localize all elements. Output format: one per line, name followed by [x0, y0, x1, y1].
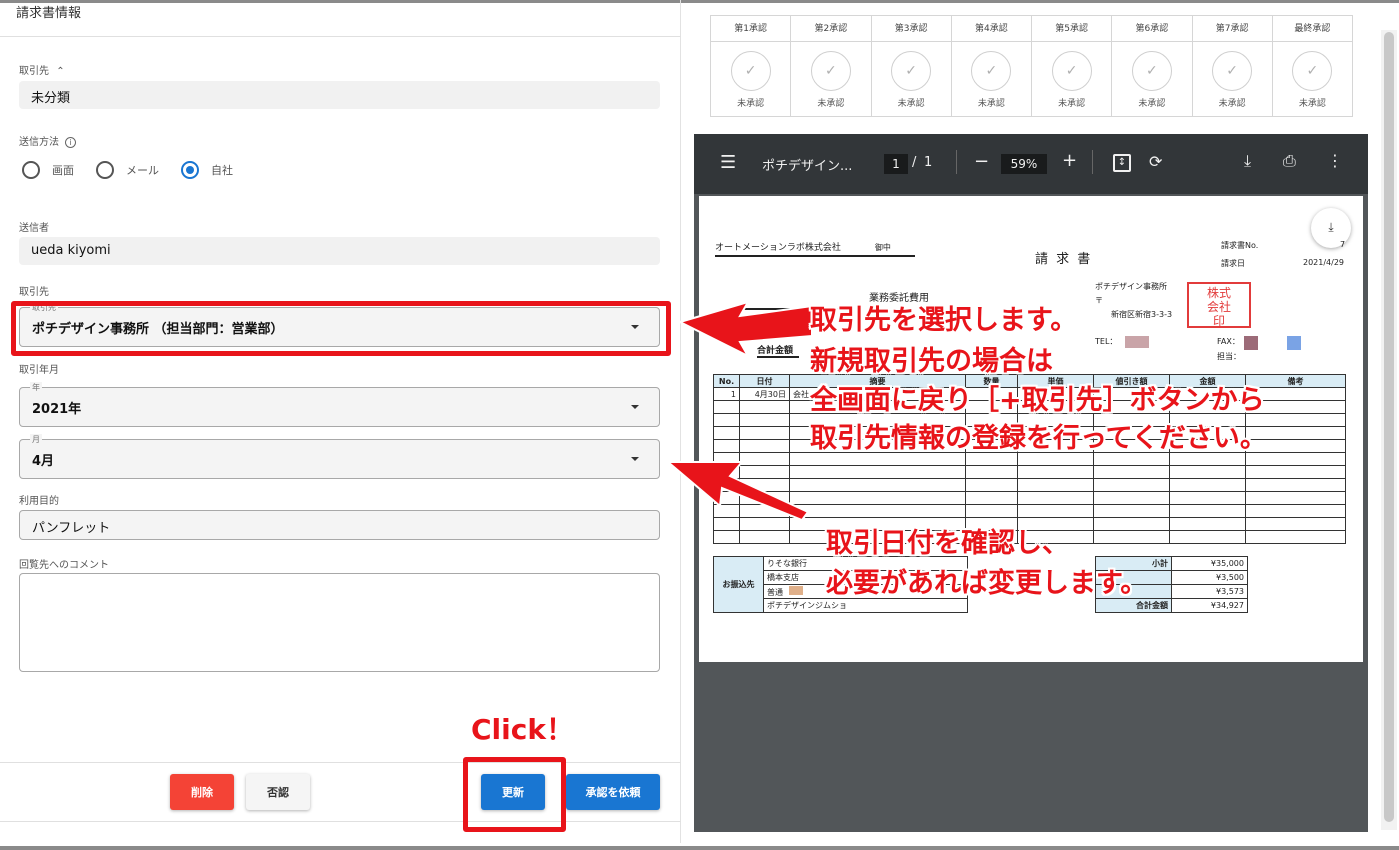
arrow-to-month — [665, 461, 810, 522]
callout-partner-line4: 取引先情報の登録を行ってください。 — [810, 423, 1267, 454]
callout-date-line1: 取引日付を確認し、 — [826, 528, 1069, 559]
click-label: Click！ — [471, 713, 574, 746]
arrow-to-partner — [677, 300, 813, 359]
callout-date-line2: 必要があれば変更します。 — [826, 568, 1148, 599]
callout-partner-line3: 全画面に戻り［+取引先］ボタンから — [810, 385, 1265, 416]
callout-partner-line1: 取引先を選択します。 — [810, 305, 1078, 336]
callout-partner-line2: 新規取引先の場合は — [810, 346, 1053, 377]
